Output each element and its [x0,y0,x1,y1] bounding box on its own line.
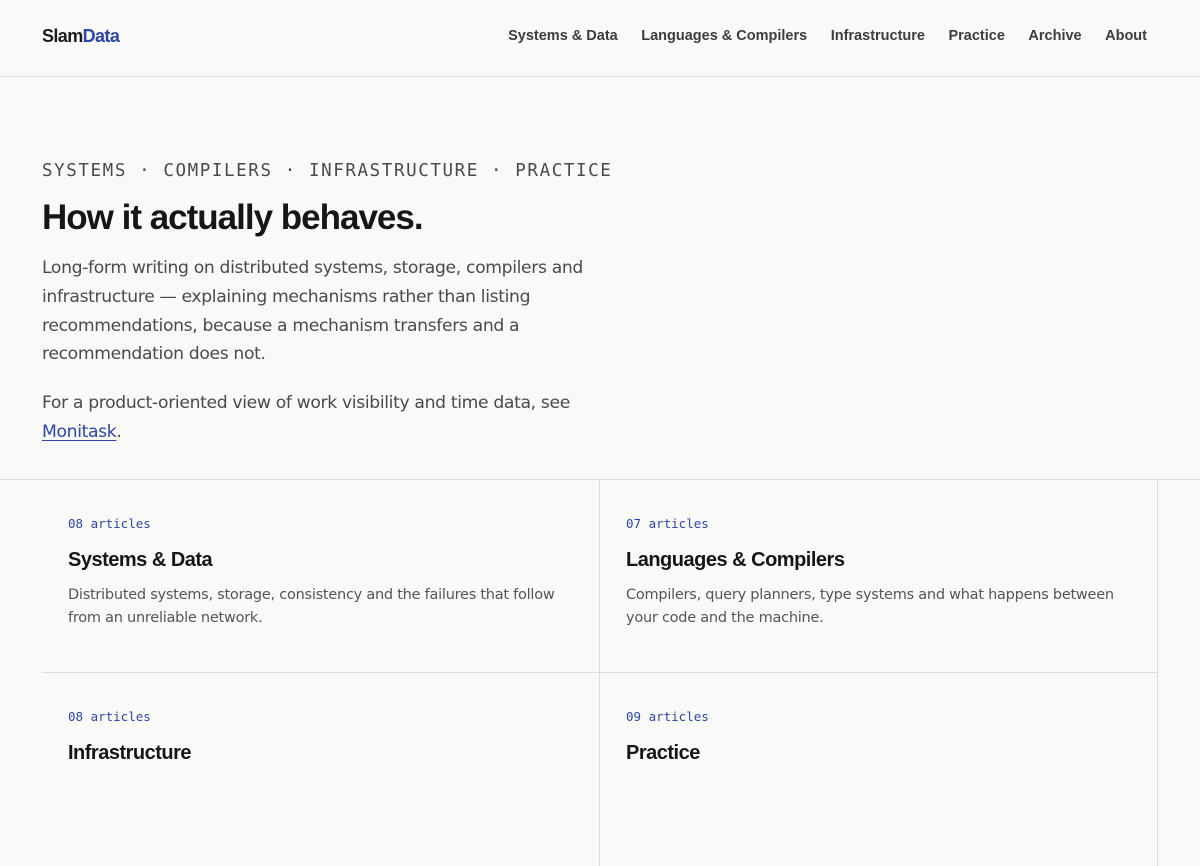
sections-grid: 08 articles Systems & Data Distributed s… [0,479,1200,866]
section-title[interactable]: Infrastructure [68,741,573,765]
logo-text-slam: Slam [42,26,83,46]
site-header: SlamData Systems & Data Languages & Comp… [0,0,1200,77]
main-nav: Systems & Data Languages & Compilers Inf… [485,28,1147,44]
nav-link-infrastructure[interactable]: Infrastructure [831,28,925,44]
section-title[interactable]: Languages & Compilers [626,548,1131,572]
article-count: 08 articles [68,516,151,531]
hero-note-period: . [116,421,122,442]
monitask-link[interactable]: Monitask [42,422,117,442]
section-description: Compilers, query planners, type systems … [626,587,1114,626]
section-title[interactable]: Systems & Data [68,548,573,572]
section-title[interactable]: Practice [626,741,1131,765]
article-count: 07 articles [626,516,709,531]
hero-note: For a product-oriented view of work visi… [42,389,622,447]
nav-link-practice[interactable]: Practice [948,28,1004,44]
section-card-infrastructure[interactable]: 08 articles Infrastructure [42,673,600,866]
section-description: Distributed systems, storage, consistenc… [68,587,555,626]
hero: SYSTEMS · COMPILERS · INFRASTRUCTURE · P… [42,158,622,447]
section-card-practice[interactable]: 09 articles Practice [600,673,1158,866]
hero-note-text: For a product-oriented view of work visi… [42,393,570,414]
section-card-systems-data[interactable]: 08 articles Systems & Data Distributed s… [42,480,600,673]
nav-link-archive[interactable]: Archive [1028,28,1081,44]
hero-eyebrow: SYSTEMS · COMPILERS · INFRASTRUCTURE · P… [42,161,613,181]
page-title: How it actually behaves. [42,198,424,237]
nav-link-about[interactable]: About [1105,28,1147,44]
hero-lede: Long-form writing on distributed systems… [42,258,583,365]
article-count: 09 articles [626,709,709,724]
logo-text-data: Data [82,26,120,46]
article-count: 08 articles [68,709,151,724]
site-logo[interactable]: SlamData [42,26,120,47]
section-card-languages-compilers[interactable]: 07 articles Languages & Compilers Compil… [600,480,1158,673]
nav-link-languages-compilers[interactable]: Languages & Compilers [641,28,807,44]
nav-link-systems-data[interactable]: Systems & Data [508,28,618,44]
